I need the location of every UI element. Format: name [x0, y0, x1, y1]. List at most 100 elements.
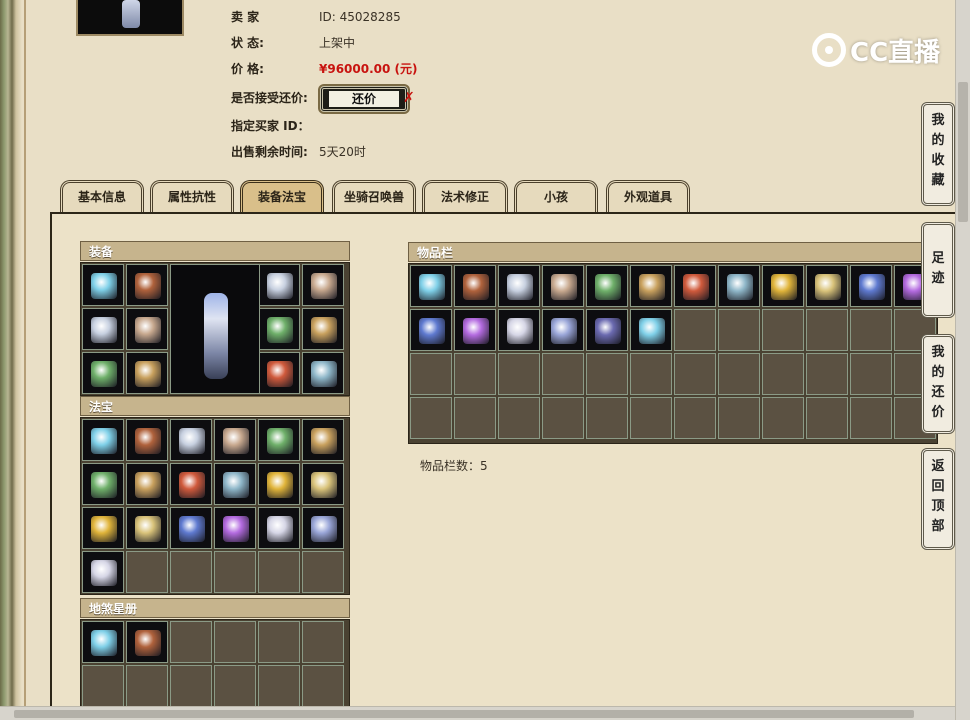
- inv-grid-slot[interactable]: [498, 353, 540, 395]
- star-grid-slot[interactable]: [214, 621, 256, 663]
- equip-grid-slot[interactable]: [258, 352, 300, 394]
- inv-grid-slot[interactable]: [762, 309, 804, 351]
- equip-grid-slot[interactable]: [82, 264, 124, 306]
- star-grid-slot[interactable]: [82, 621, 124, 663]
- horizontal-scroll-thumb[interactable]: [14, 710, 914, 718]
- inv-grid-slot[interactable]: [674, 265, 716, 307]
- star-grid-slot[interactable]: [258, 665, 300, 707]
- treasure-grid-slot[interactable]: [214, 419, 256, 461]
- treasure-grid-slot[interactable]: [258, 463, 300, 505]
- treasure-grid-slot[interactable]: [214, 551, 256, 593]
- treasure-grid-slot[interactable]: [214, 463, 256, 505]
- treasure-grid-slot[interactable]: [82, 507, 124, 549]
- tab-appearance[interactable]: 外观道具: [606, 180, 690, 214]
- treasure-grid-slot[interactable]: [258, 507, 300, 549]
- horizontal-scrollbar[interactable]: [0, 706, 955, 720]
- inv-grid-slot[interactable]: [718, 309, 760, 351]
- star-grid-slot[interactable]: [302, 621, 344, 663]
- inv-grid-slot[interactable]: [586, 353, 628, 395]
- treasure-grid-slot[interactable]: [126, 463, 168, 505]
- inv-grid-slot[interactable]: [630, 397, 672, 439]
- inv-grid-slot[interactable]: [586, 397, 628, 439]
- star-grid-slot[interactable]: [82, 665, 124, 707]
- inv-grid-slot[interactable]: [850, 353, 892, 395]
- inv-grid-slot[interactable]: [630, 309, 672, 351]
- inv-grid-slot[interactable]: [718, 265, 760, 307]
- inv-grid-slot[interactable]: [454, 353, 496, 395]
- inv-grid-slot[interactable]: [586, 265, 628, 307]
- inv-grid-slot[interactable]: [586, 309, 628, 351]
- inv-grid-slot[interactable]: [674, 353, 716, 395]
- inv-grid-slot[interactable]: [674, 397, 716, 439]
- tab-spell-mods[interactable]: 法术修正: [422, 180, 508, 214]
- tab-mounts-pets[interactable]: 坐骑召唤兽: [332, 180, 416, 214]
- treasure-grid-slot[interactable]: [302, 463, 344, 505]
- inv-grid-slot[interactable]: [498, 265, 540, 307]
- equip-grid-slot[interactable]: [302, 352, 344, 394]
- inv-grid-slot[interactable]: [542, 353, 584, 395]
- treasure-grid-slot[interactable]: [258, 419, 300, 461]
- treasure-grid-slot[interactable]: [126, 551, 168, 593]
- tab-basic-info[interactable]: 基本信息: [60, 180, 144, 214]
- star-grid-slot[interactable]: [170, 665, 212, 707]
- inv-grid-slot[interactable]: [806, 353, 848, 395]
- inv-grid-slot[interactable]: [498, 397, 540, 439]
- inv-grid-slot[interactable]: [542, 309, 584, 351]
- inv-grid-slot[interactable]: [850, 397, 892, 439]
- equip-grid-slot[interactable]: [302, 308, 344, 350]
- equip-grid-slot[interactable]: [258, 308, 300, 350]
- inv-grid-slot[interactable]: [410, 265, 452, 307]
- treasure-grid-slot[interactable]: [302, 507, 344, 549]
- treasure-grid-slot[interactable]: [82, 419, 124, 461]
- counter-offer-button[interactable]: 还价: [320, 86, 408, 112]
- inv-grid-slot[interactable]: [410, 353, 452, 395]
- inv-grid-slot[interactable]: [630, 265, 672, 307]
- equip-grid-slot[interactable]: [126, 352, 168, 394]
- inv-grid-slot[interactable]: [674, 309, 716, 351]
- treasure-grid-slot[interactable]: [170, 507, 212, 549]
- treasure-grid-slot[interactable]: [82, 463, 124, 505]
- treasure-grid-slot[interactable]: [170, 419, 212, 461]
- inv-grid-slot[interactable]: [718, 353, 760, 395]
- equip-grid-slot[interactable]: [258, 264, 300, 306]
- equip-grid-slot[interactable]: [302, 264, 344, 306]
- treasure-grid-slot[interactable]: [258, 551, 300, 593]
- inv-grid-slot[interactable]: [410, 397, 452, 439]
- star-grid-slot[interactable]: [302, 665, 344, 707]
- vertical-scrollbar[interactable]: [955, 0, 970, 720]
- inv-grid-slot[interactable]: [762, 265, 804, 307]
- tab-attributes[interactable]: 属性抗性: [150, 180, 234, 214]
- inv-grid-slot[interactable]: [542, 265, 584, 307]
- star-grid-slot[interactable]: [170, 621, 212, 663]
- star-grid-slot[interactable]: [258, 621, 300, 663]
- inv-grid-slot[interactable]: [850, 265, 892, 307]
- star-grid-slot[interactable]: [214, 665, 256, 707]
- equip-grid-slot[interactable]: [126, 308, 168, 350]
- inv-grid-slot[interactable]: [806, 309, 848, 351]
- tab-equipment[interactable]: 装备法宝: [240, 180, 324, 214]
- equip-grid-slot[interactable]: [82, 352, 124, 394]
- inv-grid-slot[interactable]: [454, 309, 496, 351]
- my-counter-offers-button[interactable]: 我的还价: [921, 334, 955, 434]
- treasure-grid-slot[interactable]: [126, 507, 168, 549]
- inv-grid-slot[interactable]: [630, 353, 672, 395]
- equip-grid-slot[interactable]: [126, 264, 168, 306]
- treasure-grid-slot[interactable]: [214, 507, 256, 549]
- tab-child[interactable]: 小孩: [514, 180, 598, 214]
- inv-grid-slot[interactable]: [762, 353, 804, 395]
- inv-grid-slot[interactable]: [850, 309, 892, 351]
- inv-grid-slot[interactable]: [498, 309, 540, 351]
- treasure-grid-slot[interactable]: [302, 551, 344, 593]
- my-favorites-button[interactable]: 我的收藏: [921, 102, 955, 206]
- inv-grid-slot[interactable]: [410, 309, 452, 351]
- inv-grid-slot[interactable]: [806, 265, 848, 307]
- star-grid-slot[interactable]: [126, 665, 168, 707]
- inv-grid-slot[interactable]: [718, 397, 760, 439]
- inv-grid-slot[interactable]: [542, 397, 584, 439]
- inv-grid-slot[interactable]: [454, 397, 496, 439]
- inv-grid-slot[interactable]: [454, 265, 496, 307]
- star-grid-slot[interactable]: [126, 621, 168, 663]
- inv-grid-slot[interactable]: [806, 397, 848, 439]
- back-to-top-button[interactable]: 返回顶部: [921, 448, 955, 550]
- treasure-grid-slot[interactable]: [170, 551, 212, 593]
